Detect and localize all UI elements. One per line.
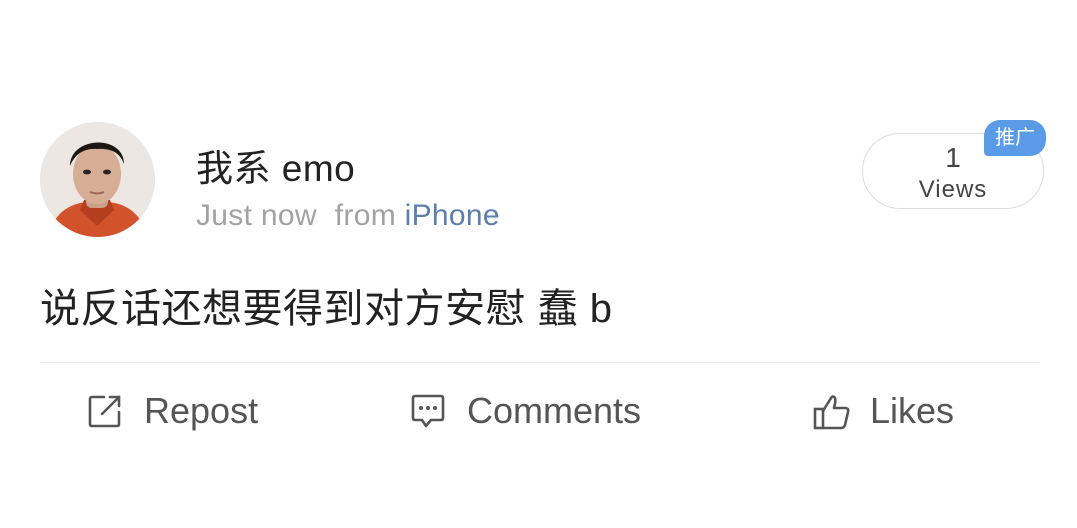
- repost-label: Repost: [144, 390, 259, 431]
- likes-label: Likes: [870, 390, 955, 431]
- post-time: Just now: [196, 199, 317, 232]
- comment-bubble-icon: [409, 392, 447, 430]
- views-label: Views: [918, 176, 988, 203]
- avatar[interactable]: [40, 122, 155, 237]
- username[interactable]: 我系 emo: [196, 138, 355, 192]
- repost-button[interactable]: Repost: [86, 388, 258, 434]
- post-source[interactable]: iPhone: [405, 199, 500, 232]
- post-text: 说反话还想要得到对方安慰 蠢 b: [40, 287, 613, 331]
- comments-button[interactable]: Comments: [409, 388, 641, 434]
- post-meta: Just now from iPhone: [196, 199, 500, 233]
- comments-label: Comments: [467, 390, 642, 431]
- from-label: from: [334, 199, 396, 232]
- post-card: 我系 emo Just now from iPhone 1 Views 推广 说反…: [0, 0, 1077, 528]
- divider: [40, 362, 1040, 363]
- likes-button[interactable]: Likes: [812, 388, 954, 434]
- thumbs-up-icon: [812, 392, 850, 430]
- edit-square-icon: [86, 392, 124, 430]
- promo-badge[interactable]: 推广: [984, 120, 1046, 156]
